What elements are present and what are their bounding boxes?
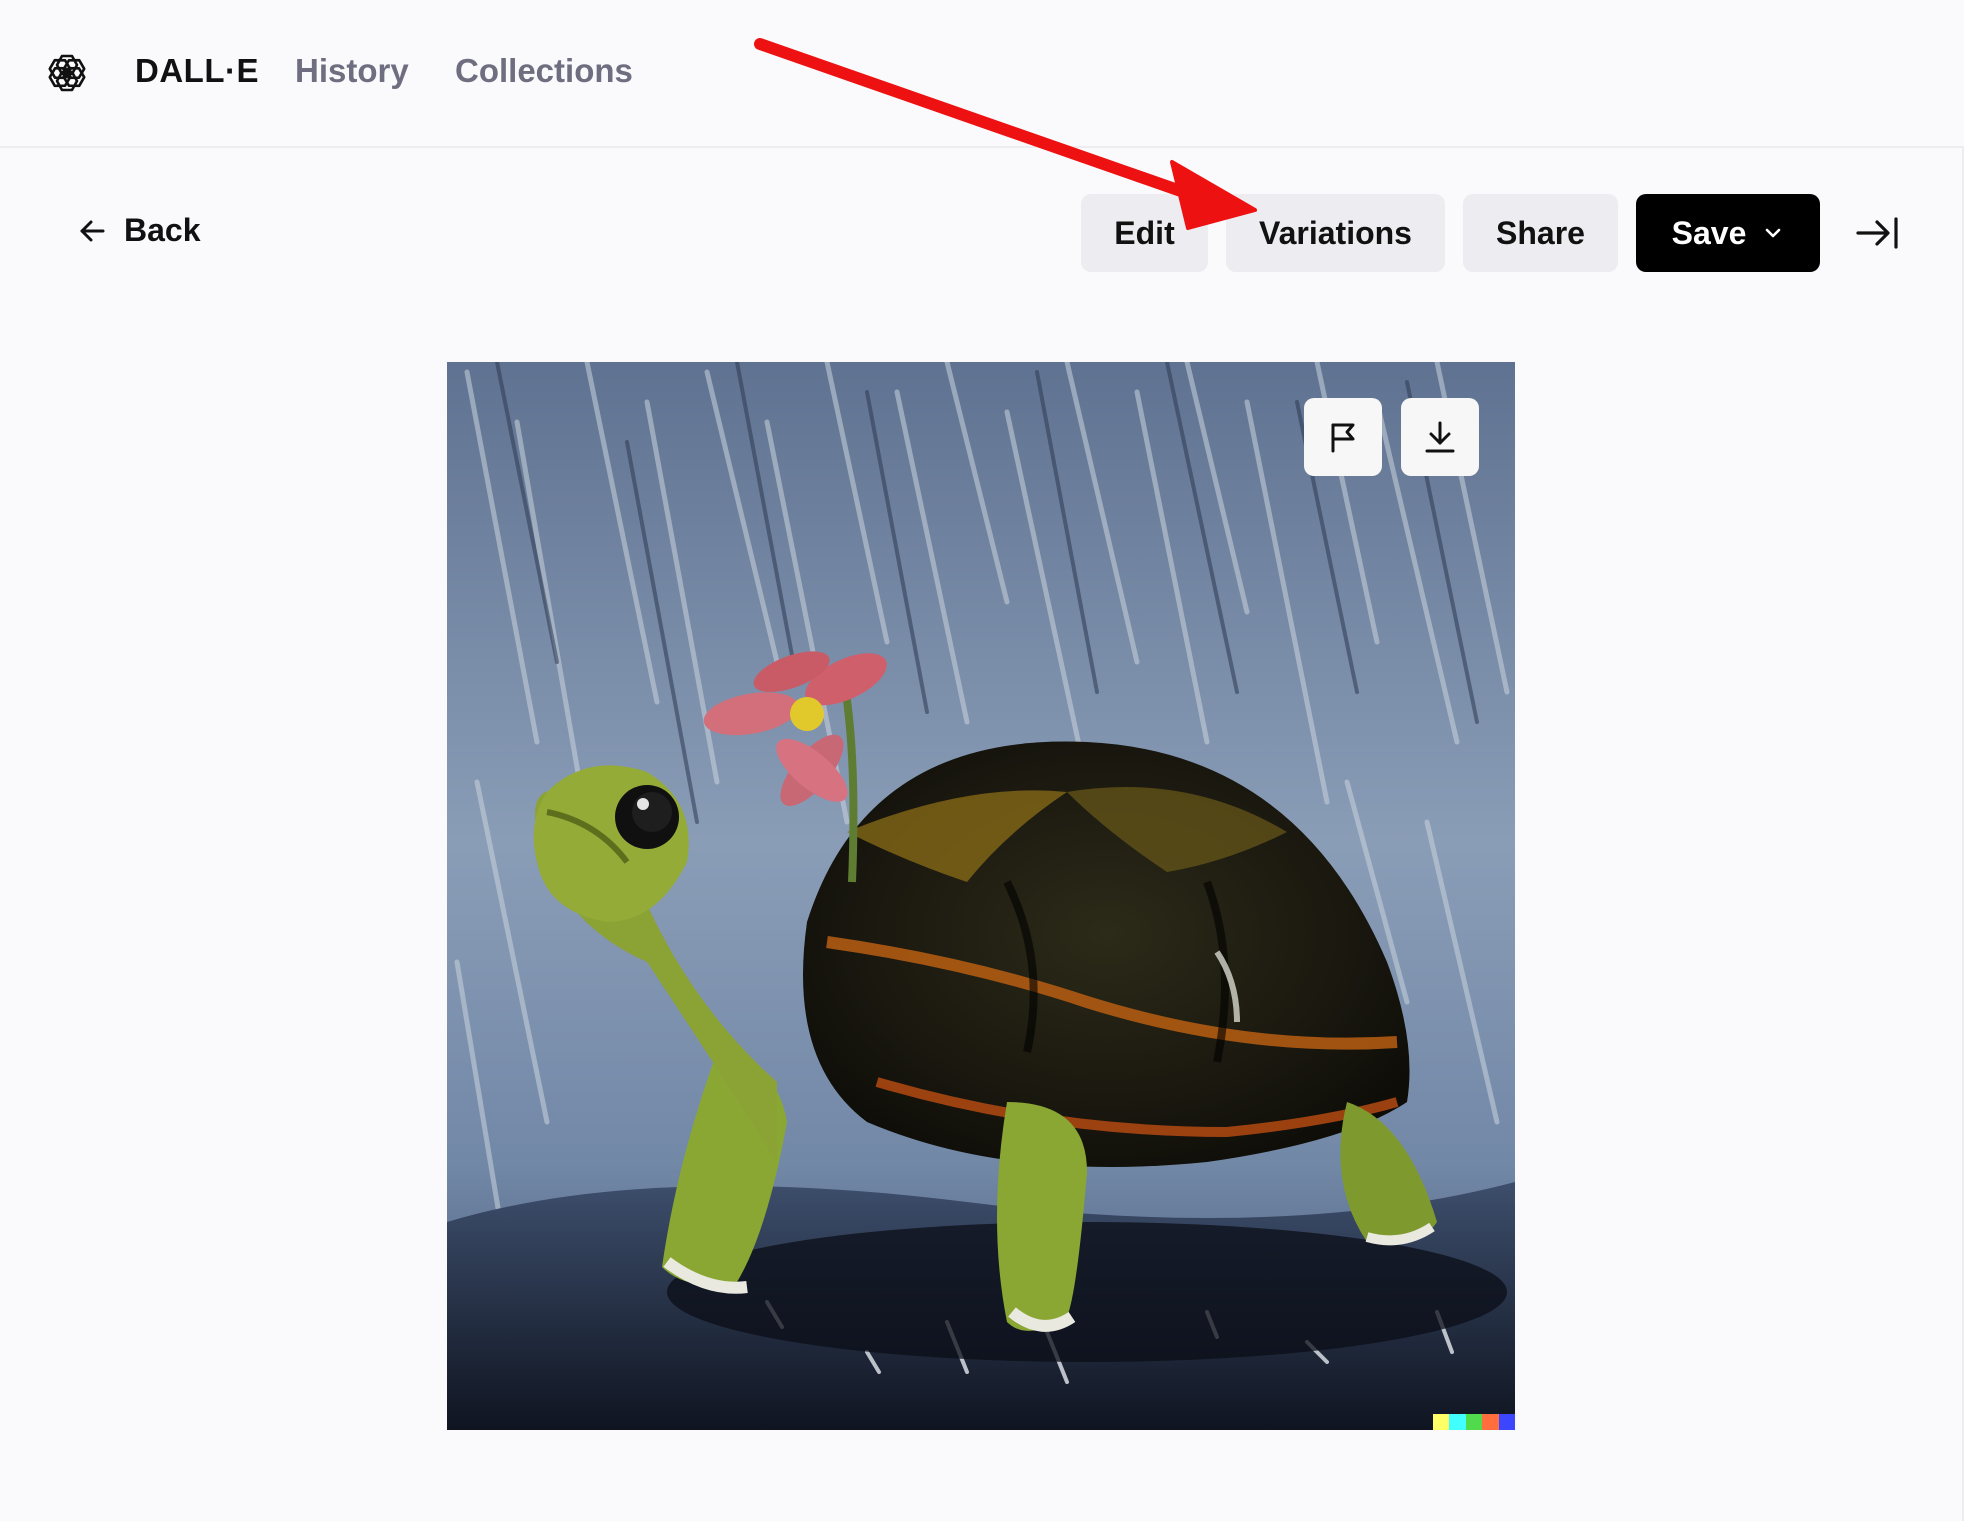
generated-image[interactable] bbox=[447, 362, 1515, 1430]
signature-swatch bbox=[1433, 1414, 1450, 1430]
download-button[interactable] bbox=[1401, 398, 1479, 476]
back-label: Back bbox=[124, 212, 201, 248]
arrow-left-icon bbox=[80, 220, 105, 241]
save-label: Save bbox=[1671, 214, 1747, 251]
turtle-painting bbox=[447, 362, 1515, 1430]
signature-swatch bbox=[1482, 1414, 1499, 1430]
edit-button[interactable]: Edit bbox=[1081, 194, 1208, 272]
signature-swatch bbox=[1449, 1414, 1466, 1430]
top-nav: DALL·E History Collections bbox=[0, 0, 1964, 148]
report-button[interactable] bbox=[1304, 398, 1382, 476]
chevron-down-icon bbox=[1766, 228, 1781, 238]
collapse-panel-icon[interactable] bbox=[1855, 213, 1899, 253]
nav-link-history[interactable]: History bbox=[295, 52, 409, 90]
nav-link-collections[interactable]: Collections bbox=[455, 52, 633, 90]
variations-button[interactable]: Variations bbox=[1226, 194, 1445, 272]
openai-logo-icon[interactable] bbox=[42, 48, 92, 98]
dalle-signature bbox=[1433, 1414, 1515, 1430]
signature-swatch bbox=[1498, 1414, 1515, 1430]
save-button[interactable]: Save bbox=[1636, 194, 1820, 272]
signature-swatch bbox=[1465, 1414, 1483, 1430]
back-button[interactable]: Back bbox=[78, 212, 201, 249]
flag-icon bbox=[1331, 423, 1355, 453]
download-icon bbox=[1425, 421, 1455, 453]
share-button[interactable]: Share bbox=[1463, 194, 1618, 272]
nav-brand[interactable]: DALL·E bbox=[135, 52, 259, 90]
